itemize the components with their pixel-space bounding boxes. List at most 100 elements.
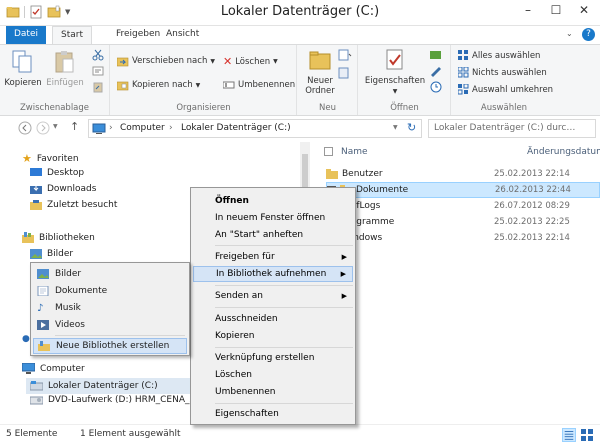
file-date: 26.02.2013 22:44: [495, 185, 571, 195]
menu-item-rename[interactable]: Umbenennen: [193, 384, 353, 400]
edit-icon[interactable]: [429, 65, 443, 77]
properties-button[interactable]: Eigenschaften ▼: [363, 47, 427, 97]
search-input[interactable]: Lokaler Datenträger (C:) durc…: [428, 119, 596, 138]
delete-button[interactable]: ✕ Löschen ▼: [223, 55, 278, 68]
properties-label: Eigenschaften: [364, 76, 426, 86]
submenu-item-videos[interactable]: Videos: [33, 317, 187, 333]
chevron-down-icon[interactable]: ⌄: [566, 29, 573, 38]
tab-file[interactable]: Datei: [6, 26, 46, 44]
file-date: 26.07.2012 08:29: [494, 201, 570, 211]
nav-favorites[interactable]: ★ Favoriten: [22, 152, 79, 165]
tab-view[interactable]: Ansicht: [158, 26, 207, 44]
easy-access-icon[interactable]: [338, 67, 352, 79]
rename-button[interactable]: Umbenennen: [223, 79, 295, 91]
select-all-button[interactable]: Alles auswählen: [458, 50, 540, 61]
chevron-down-icon[interactable]: ▼: [393, 124, 398, 131]
computer-icon: [22, 363, 35, 374]
paste-button[interactable]: Einfügen: [46, 49, 84, 88]
properties-icon: [386, 49, 403, 70]
new-item-icon[interactable]: [338, 49, 352, 61]
open-icon[interactable]: [429, 49, 443, 61]
nav-libraries[interactable]: Bibliotheken: [22, 232, 95, 243]
chevron-down-icon: ▼: [210, 57, 215, 65]
menu-item-pin-start[interactable]: An "Start" anheften: [193, 227, 353, 243]
copy-icon: [12, 50, 32, 73]
copy-to-button[interactable]: Kopieren nach ▼: [117, 79, 200, 91]
select-none-label: Nichts auswählen: [472, 67, 547, 78]
copy-path-icon[interactable]: [92, 65, 104, 77]
videos-icon: [37, 320, 49, 330]
delete-label: Löschen: [235, 56, 271, 67]
drive-icon: [30, 381, 43, 391]
file-row[interactable]: PerfLogs 26.07.2012 08:29: [326, 198, 600, 214]
chevron-down-icon[interactable]: ▼: [53, 123, 58, 130]
file-row[interactable]: Programme 25.02.2013 22:25: [326, 214, 600, 230]
menu-item-share-with[interactable]: Freigeben für ▶: [193, 249, 353, 265]
close-button[interactable]: ✕: [572, 0, 596, 20]
clipboard-group-label: Zwischenablage: [19, 103, 90, 113]
breadcrumb-local-disk[interactable]: Lokaler Datenträger (C:): [181, 123, 291, 133]
maximize-button[interactable]: ☐: [544, 0, 568, 20]
menu-separator: [215, 307, 353, 308]
menu-item-cut[interactable]: Ausschneiden: [193, 311, 353, 327]
large-icons-view-icon[interactable]: [580, 428, 594, 442]
file-row[interactable]: ✓Dokumente 26.02.2013 22:44: [326, 182, 600, 198]
new-group-label: Neu: [319, 103, 336, 113]
menu-item-create-shortcut[interactable]: Verknüpfung erstellen: [193, 350, 353, 366]
address-bar[interactable]: › Computer › Lokaler Datenträger (C:) ▼ …: [88, 119, 422, 138]
up-arrow-icon[interactable]: ↑: [70, 120, 79, 133]
chevron-down-icon: ▼: [273, 58, 278, 65]
select-all-label: Alles auswählen: [472, 50, 541, 61]
menu-item-delete[interactable]: Löschen: [193, 367, 353, 383]
submenu-item-pictures[interactable]: Bilder: [33, 266, 187, 282]
title-bar: ▼ Lokaler Datenträger (C:) – ☐ ✕: [0, 0, 600, 26]
select-all-checkbox[interactable]: [324, 147, 333, 156]
menu-item-copy[interactable]: Kopieren: [193, 328, 353, 344]
select-none-icon: [458, 67, 469, 78]
nav-computer[interactable]: Computer: [22, 363, 85, 374]
copy-button[interactable]: Kopieren: [4, 49, 42, 88]
open-group: Eigenschaften ▼ Öffnen: [359, 45, 451, 115]
help-icon[interactable]: ?: [582, 28, 595, 41]
star-icon: ★: [22, 152, 32, 165]
submenu-item-new-library[interactable]: Neue Bibliothek erstellen: [33, 338, 187, 354]
refresh-icon[interactable]: ↻: [407, 121, 416, 134]
breadcrumb-computer[interactable]: Computer: [120, 123, 165, 133]
invert-selection-button[interactable]: Auswahl umkehren: [458, 84, 553, 95]
forward-button[interactable]: [36, 121, 50, 135]
menu-item-include-in-library[interactable]: In Bibliothek aufnehmen ▶: [193, 266, 353, 282]
column-header-date[interactable]: Änderungsdatum: [527, 147, 600, 157]
nav-downloads[interactable]: Downloads: [30, 184, 96, 194]
select-none-button[interactable]: Nichts auswählen: [458, 67, 547, 78]
ribbon-tabs: Datei Start Freigeben Ansicht ⌄ ?: [0, 26, 600, 44]
nav-pictures-label: Bilder: [47, 249, 74, 259]
file-row[interactable]: Windows 25.02.2013 22:14: [326, 230, 600, 246]
nav-desktop[interactable]: Desktop: [30, 168, 84, 178]
menu-item-open[interactable]: Öffnen: [193, 193, 353, 209]
nav-recent[interactable]: Zuletzt besucht: [30, 200, 117, 210]
menu-item-properties[interactable]: Eigenschaften: [193, 406, 353, 422]
menu-item-send-to[interactable]: Senden an ▶: [193, 288, 353, 304]
new-folder-button[interactable]: Neuer Ordner: [304, 47, 336, 96]
submenu-item-label: Dokumente: [55, 286, 108, 296]
new-folder-label-2: Ordner: [305, 86, 335, 96]
details-view-icon[interactable]: [562, 428, 576, 442]
menu-separator: [215, 285, 353, 286]
submenu-item-documents[interactable]: Dokumente: [33, 283, 187, 299]
column-header-name[interactable]: Name: [341, 147, 368, 157]
tab-start[interactable]: Start: [52, 26, 92, 44]
submenu-arrow-icon: ▶: [341, 253, 347, 261]
nav-dvd-drive[interactable]: DVD-Laufwerk (D:) HRM_CENA_X8: [30, 395, 201, 405]
paste-shortcut-icon[interactable]: [92, 81, 104, 93]
back-button[interactable]: [18, 121, 32, 135]
nav-local-disk[interactable]: Lokaler Datenträger (C:): [26, 378, 190, 394]
minimize-button[interactable]: –: [516, 0, 540, 20]
file-row[interactable]: Benutzer 25.02.2013 22:14: [326, 166, 600, 182]
status-bar: 5 Elemente 1 Element ausgewählt: [0, 424, 600, 444]
submenu-item-music[interactable]: ♪ Musik: [33, 300, 187, 316]
cut-icon[interactable]: [92, 49, 104, 61]
history-icon[interactable]: [429, 81, 443, 93]
nav-pictures[interactable]: Bilder: [30, 249, 73, 259]
menu-item-open-new-window[interactable]: In neuem Fenster öffnen: [193, 210, 353, 226]
move-to-button[interactable]: Verschieben nach ▼: [117, 55, 215, 67]
